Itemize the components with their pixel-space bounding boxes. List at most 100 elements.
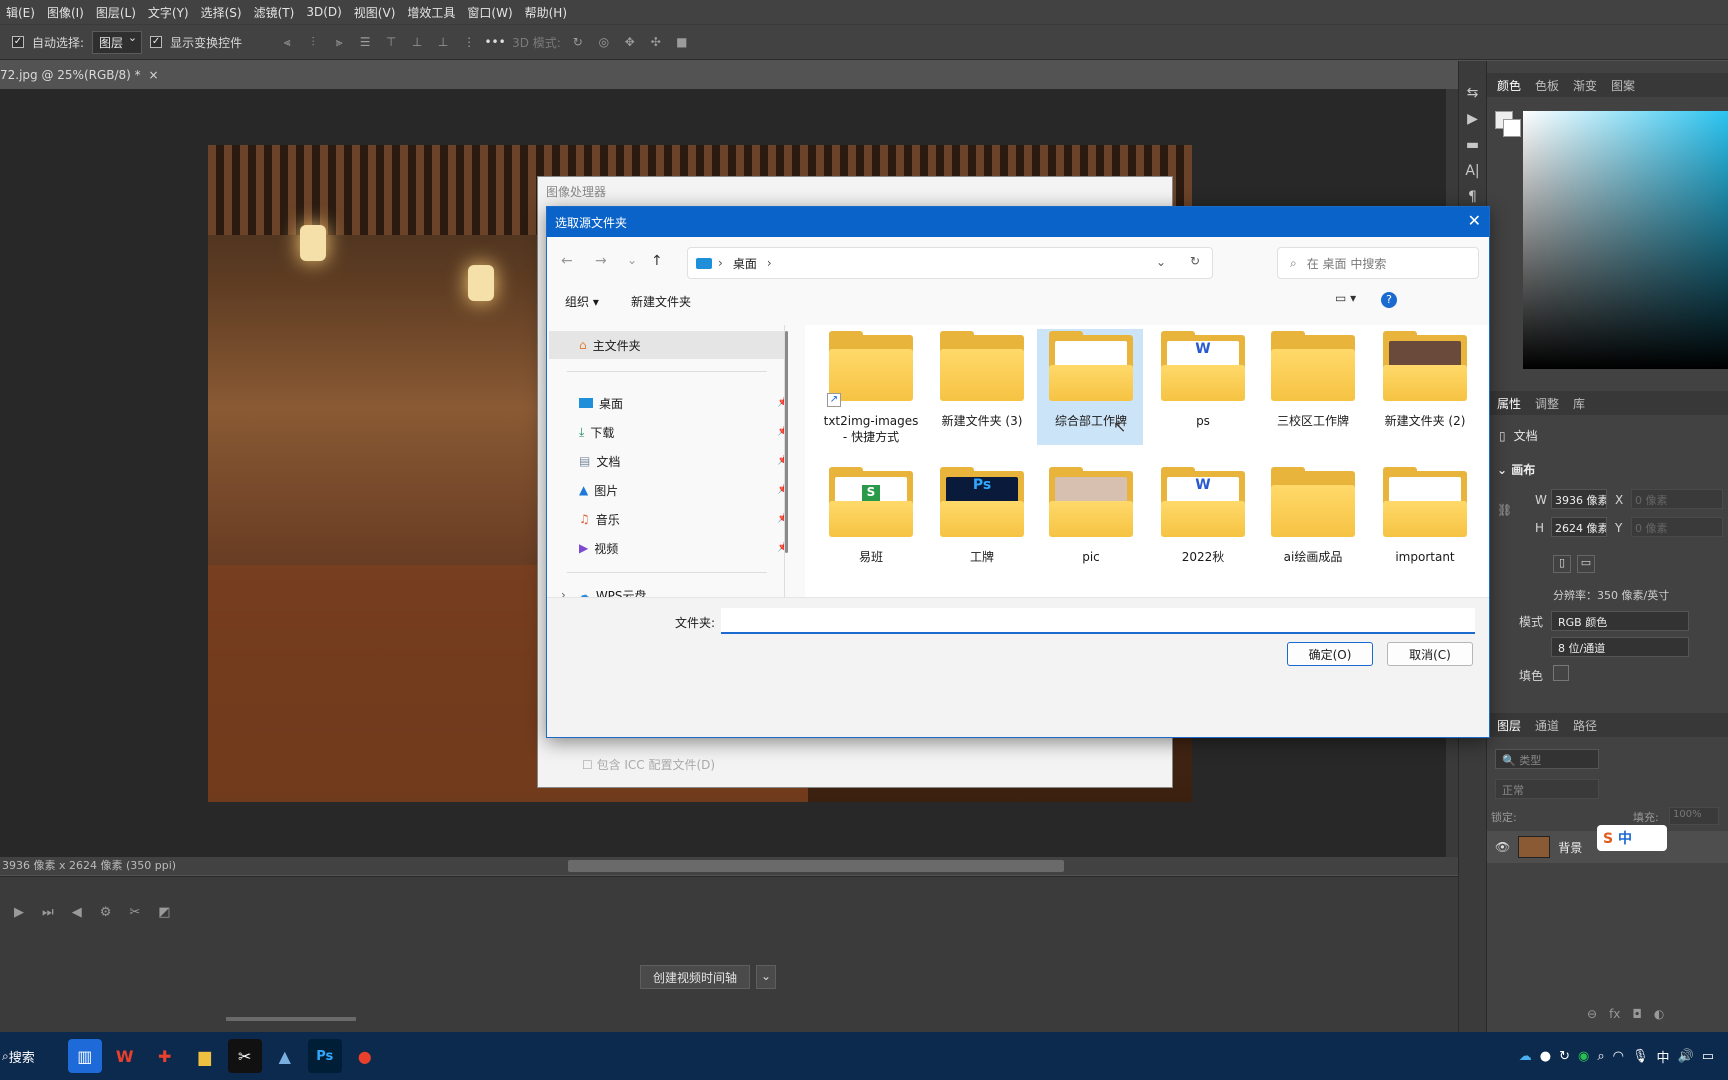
menu-plugins[interactable]: 增效工具	[401, 4, 461, 21]
tab-channels[interactable]: 通道	[1535, 717, 1559, 734]
canvas-section-title[interactable]: ⌄ 画布	[1497, 461, 1535, 478]
fill-color-swatch[interactable]	[1553, 665, 1569, 681]
new-folder-button[interactable]: 新建文件夹	[631, 293, 691, 310]
tab-gradients[interactable]: 渐变	[1573, 77, 1597, 94]
tray-search-icon[interactable]: ⌕	[1597, 1049, 1604, 1064]
link-dimensions-icon[interactable]: ⛓	[1497, 503, 1512, 517]
tab-libraries[interactable]: 库	[1573, 395, 1585, 412]
wechat-icon[interactable]: ◉	[1578, 1049, 1589, 1064]
align-left-icon[interactable]: ⫷	[278, 33, 296, 51]
menu-window[interactable]: 窗口(W)	[461, 4, 518, 21]
width-field[interactable]: 3936 像素	[1551, 489, 1607, 509]
qq-icon[interactable]: ●	[1540, 1049, 1551, 1064]
tab-swatches[interactable]: 色板	[1535, 77, 1559, 94]
align-middle-icon[interactable]: ⊥	[408, 33, 426, 51]
folder-item[interactable]: ↗ txt2img-images - 快捷方式	[821, 331, 921, 445]
menu-image[interactable]: 图像(I)	[41, 4, 90, 21]
orbit-3d-icon[interactable]: ↻	[569, 33, 587, 51]
folder-item[interactable]: W ps	[1153, 331, 1253, 429]
up-icon[interactable]: ↑	[651, 253, 663, 269]
tab-paths[interactable]: 路径	[1573, 717, 1597, 734]
camera-3d-icon[interactable]: ■	[673, 33, 691, 51]
next-frame-icon[interactable]: ⏭	[42, 905, 54, 920]
more-icon[interactable]: •••	[484, 33, 505, 51]
image-viewer-icon[interactable]: ▲	[268, 1039, 302, 1073]
scissors-icon[interactable]: ✂	[129, 905, 140, 920]
address-dropdown-icon[interactable]: ⌄	[1156, 255, 1166, 269]
actions-play-icon[interactable]: ▶	[1467, 111, 1478, 127]
nav-documents[interactable]: ▤ 文档	[579, 447, 620, 475]
align-right-icon[interactable]: ⫸	[330, 33, 348, 51]
wps-icon[interactable]: W	[108, 1039, 142, 1073]
capcut-icon[interactable]: ✂	[227, 1039, 262, 1073]
prev-frame-icon[interactable]: ◀	[72, 905, 82, 920]
wifi-icon[interactable]: ◠	[1613, 1049, 1624, 1064]
photoshop-icon[interactable]: Ps	[307, 1039, 342, 1073]
layer-kind-filter[interactable]: 🔍 类型	[1495, 749, 1599, 769]
horizontal-scrollbar-thumb[interactable]	[568, 860, 1064, 872]
comments-icon[interactable]: ▬	[1466, 137, 1479, 153]
menu-filter[interactable]: 滤镜(T)	[248, 4, 301, 21]
color-picker-field[interactable]	[1523, 111, 1728, 369]
align-bottom-icon[interactable]: ⊥	[434, 33, 452, 51]
sync-icon[interactable]: ↻	[1559, 1049, 1570, 1064]
document-tab[interactable]: 72.jpg @ 25%(RGB/8) * ×	[0, 61, 159, 89]
menu-3d[interactable]: 3D(D)	[300, 5, 347, 19]
folder-item[interactable]: 综合部工作牌	[1041, 331, 1141, 429]
address-bar[interactable]: › 桌面 › ⌄ ↻	[687, 247, 1213, 279]
align-center-icon[interactable]: ⫶	[304, 33, 322, 51]
folder-item[interactable]: ai绘画成品	[1263, 467, 1363, 565]
nav-videos[interactable]: ▶ 视频	[579, 534, 618, 562]
bit-depth-select[interactable]: 8 位/通道	[1551, 637, 1689, 657]
nav-music[interactable]: ♫ 音乐	[579, 505, 620, 533]
distribute-icon[interactable]: ☰	[356, 33, 374, 51]
help-icon[interactable]: ?	[1381, 292, 1397, 308]
refresh-icon[interactable]: ↻	[1190, 254, 1200, 268]
expand-chevron-icon[interactable]: ›	[561, 588, 566, 597]
background-color-swatch[interactable]	[1503, 119, 1521, 137]
color-mode-select[interactable]: RGB 颜色	[1551, 611, 1689, 631]
mic-icon[interactable]: 🎙	[1632, 1049, 1649, 1064]
taskbar-search[interactable]: 搜索	[9, 1047, 35, 1066]
folder-item[interactable]: important	[1375, 467, 1475, 565]
breadcrumb-desktop[interactable]: 桌面	[733, 255, 757, 272]
plus-app-icon[interactable]: ✚	[148, 1039, 182, 1073]
nav-home[interactable]: ⌂ 主文件夹	[579, 331, 641, 359]
fx-icon[interactable]: fx	[1609, 1007, 1620, 1021]
timeline-zoom-slider[interactable]	[226, 1017, 356, 1021]
close-tab-icon[interactable]: ×	[149, 68, 159, 82]
menu-edit[interactable]: 辑(E)	[0, 4, 41, 21]
recent-locations-icon[interactable]: ⌄	[627, 253, 637, 267]
x-field[interactable]: 0 像素	[1631, 489, 1723, 509]
roll-3d-icon[interactable]: ◎	[595, 33, 613, 51]
landscape-orientation-icon[interactable]: ▭	[1577, 555, 1595, 573]
auto-select-dropdown[interactable]: 图层	[92, 30, 143, 54]
nav-pictures[interactable]: ▲ 图片	[579, 476, 618, 504]
forward-icon[interactable]: →	[595, 253, 607, 269]
view-options-icon[interactable]: ▭ ▾	[1335, 291, 1356, 305]
menu-layer[interactable]: 图层(L)	[90, 4, 142, 21]
align-top-icon[interactable]: ⊤	[382, 33, 400, 51]
folder-input[interactable]	[721, 608, 1475, 634]
tab-patterns[interactable]: 图案	[1611, 77, 1635, 94]
character-icon[interactable]: A|	[1465, 163, 1479, 179]
nav-wps-cloud[interactable]: › ☁ WPS云盘	[561, 581, 647, 597]
pan-3d-icon[interactable]: ✥	[621, 33, 639, 51]
back-icon[interactable]: ←	[561, 253, 573, 269]
eye-icon[interactable]: 👁	[1495, 840, 1510, 854]
create-timeline-button[interactable]: 创建视频时间轴	[640, 965, 751, 989]
ime-indicator[interactable]: 中	[1657, 1047, 1670, 1066]
transition-icon[interactable]: ◩	[158, 905, 170, 920]
portrait-orientation-icon[interactable]: ▯	[1553, 555, 1571, 573]
distribute-vertical-icon[interactable]: ⋮	[460, 33, 478, 51]
timeline-dropdown-icon[interactable]: ⌄	[756, 965, 776, 989]
taskbar-search-icon[interactable]: ⌕	[2, 1049, 9, 1064]
folder-item[interactable]: W 2022秋	[1153, 467, 1253, 565]
blend-mode-select[interactable]: 正常	[1495, 779, 1599, 799]
y-field[interactable]: 0 像素	[1631, 517, 1723, 537]
tab-properties[interactable]: 属性	[1497, 395, 1521, 412]
folder-item[interactable]: pic	[1041, 467, 1141, 565]
height-field[interactable]: 2624 像素	[1551, 517, 1607, 537]
tab-layers[interactable]: 图层	[1497, 717, 1521, 734]
show-transform-checkbox[interactable]: ✓	[150, 36, 163, 48]
